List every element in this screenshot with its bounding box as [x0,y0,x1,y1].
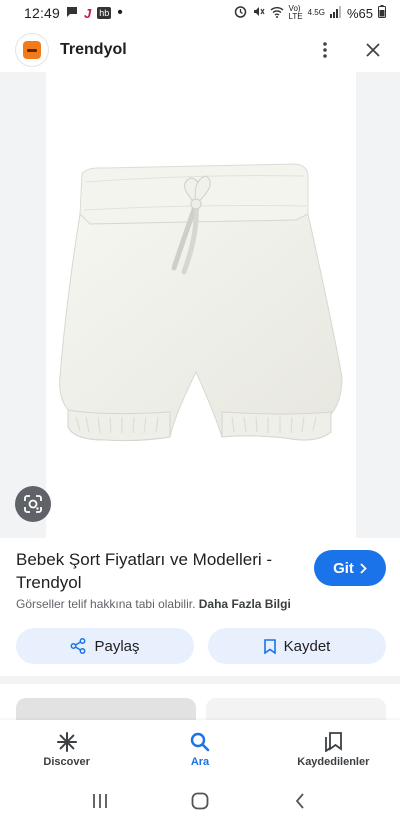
recent-apps-button[interactable] [80,786,120,816]
network-gen-label: 4.5G [307,8,325,17]
nav-label-search: Ara [190,756,210,768]
nav-label-discover: Discover [43,756,90,768]
battery-icon [378,5,386,21]
recent-apps-icon [93,794,107,808]
message-icon [66,5,78,21]
mute-icon [252,5,265,21]
status-bar: 12:49 J hb • Vo) LTE 4.5G %65 [0,0,400,26]
more-options-button[interactable] [310,35,340,65]
more-notifications-dot-icon: • [117,4,123,21]
close-icon [366,43,380,57]
visit-site-label: Git [333,559,354,577]
chevron-right-icon [360,562,367,574]
system-navigation-bar [0,780,400,822]
status-right: Vo) LTE 4.5G %65 [234,5,386,21]
nav-label-saved: Kaydedilenler [297,756,370,768]
home-button[interactable] [180,786,220,816]
bottom-navigation: Discover Ara Kaydedilenler [0,720,400,780]
nav-item-search[interactable]: Ara [133,720,266,780]
copyright-text: Görseller telif hakkına tabi olabilir. [16,597,196,611]
wifi-icon [270,6,284,21]
image-background [46,72,356,538]
alarm-icon [234,5,247,21]
hb-notification-icon: hb [97,7,112,19]
share-button[interactable]: Paylaş [16,628,194,664]
action-row: Paylaş Kaydet [16,628,386,664]
share-label: Paylaş [94,637,140,655]
search-icon [190,732,210,752]
back-button[interactable] [280,786,320,816]
result-details: Bebek Şort Fiyatları ve Modelleri - Tren… [16,548,386,594]
app-bar: Trendyol [0,28,400,72]
back-icon [295,793,304,809]
copyright-notice: Görseller telif hakkına tabi olabilir. D… [16,597,291,611]
signal-icon [329,5,342,21]
app-bar-actions [310,35,388,65]
saved-icon [325,732,343,752]
more-vert-icon [323,42,327,58]
product-image-baby-shorts [59,163,343,442]
more-info-link[interactable]: Daha Fazla Bilgi [199,597,291,611]
status-left: 12:49 J hb • [24,4,123,22]
battery-label: %65 [346,5,373,21]
image-preview[interactable] [0,72,400,538]
status-time: 12:49 [24,5,61,21]
result-title[interactable]: Bebek Şort Fiyatları ve Modelleri - Tren… [16,548,301,594]
nav-item-discover[interactable]: Discover [0,720,133,780]
section-divider [0,676,400,684]
home-icon [191,792,209,810]
network-label-bottom: LTE [288,12,303,21]
site-name: Trendyol [60,41,127,58]
save-button[interactable]: Kaydet [208,628,386,664]
bookmark-icon [263,638,276,654]
related-images [0,684,400,724]
site-favicon-icon [16,34,48,66]
visit-site-button[interactable]: Git [314,550,386,586]
save-label: Kaydet [283,637,331,655]
close-button[interactable] [358,35,388,65]
google-lens-button[interactable] [15,486,51,522]
discover-icon [56,732,77,752]
lens-icon [24,495,42,513]
app-notification-icon: J [84,5,92,21]
share-icon [71,638,86,654]
trendyol-logo-icon [23,41,41,59]
nav-item-saved[interactable]: Kaydedilenler [267,720,400,780]
network-label: Vo) LTE [289,5,303,21]
